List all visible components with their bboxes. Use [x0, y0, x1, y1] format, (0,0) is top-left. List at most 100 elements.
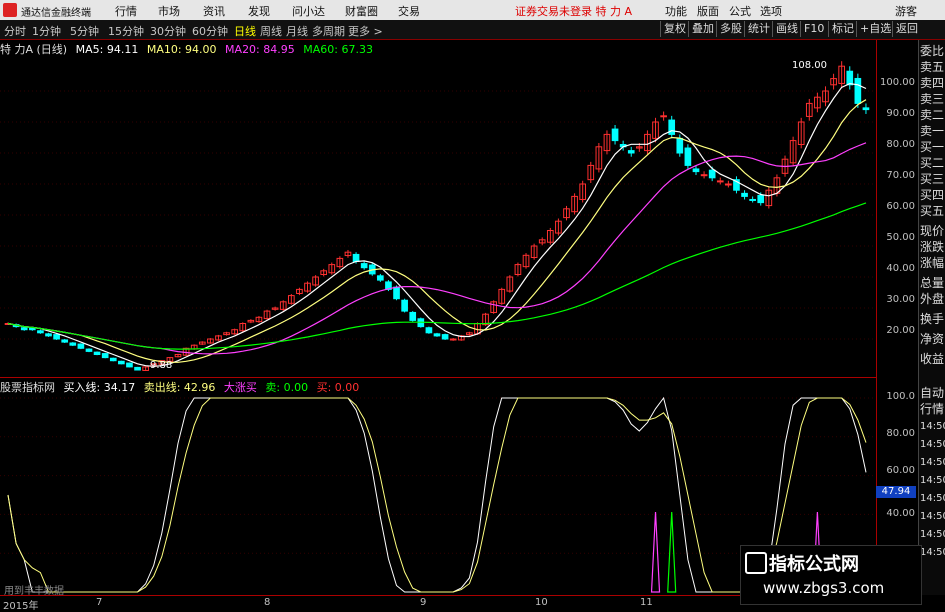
current-value-marker: 47.94: [876, 486, 916, 498]
overlay-button[interactable]: 叠加: [688, 21, 717, 37]
sidebar-item[interactable]: 行情: [920, 402, 944, 416]
period-daily[interactable]: 日线: [234, 23, 256, 39]
x-tick: 9: [420, 597, 427, 608]
stock-name: 特 力A (日线): [0, 43, 68, 56]
candle-down: [425, 327, 433, 334]
y-tick: 50.00: [886, 232, 915, 243]
period-more[interactable]: 更多 >: [348, 23, 383, 39]
sidebar-item[interactable]: 买五: [920, 204, 944, 218]
quote-sidebar: 委比 卖五 卖四 卖三 卖二 卖一 买一 买二 买三 买四 买五 现价 涨跌 涨…: [918, 40, 945, 595]
draw-line-button[interactable]: 画线: [772, 21, 801, 37]
kline-chart[interactable]: 108.00 9.88: [0, 40, 876, 595]
sidebar-item[interactable]: 委比: [920, 44, 944, 58]
sidebar-item[interactable]: 现价: [920, 224, 944, 238]
period-multi[interactable]: 多周期: [312, 23, 345, 39]
ma5-line: [7, 82, 867, 367]
y-tick: 60.00: [886, 201, 915, 212]
sidebar-item[interactable]: 卖二: [920, 108, 944, 122]
oscillator-signal-line: [7, 397, 867, 593]
period-weekly[interactable]: 周线: [260, 23, 282, 39]
y-tick: 70.00: [886, 170, 915, 181]
menu-ask[interactable]: 问小达: [292, 3, 325, 19]
watermark-title: 指标公式网: [769, 554, 859, 575]
y-tick: 80.00: [886, 139, 915, 150]
period-5min[interactable]: 5分钟: [70, 23, 99, 39]
sidebar-item[interactable]: 涨幅: [920, 256, 944, 270]
menu-discover[interactable]: 发现: [248, 3, 270, 19]
sidebar-item[interactable]: 买四: [920, 188, 944, 202]
candle-down: [627, 150, 635, 154]
menu-layout[interactable]: 版面: [697, 3, 719, 19]
menu-wealth[interactable]: 财富圈: [345, 3, 378, 19]
login-notice[interactable]: 证券交易未登录 特 力 A: [515, 3, 632, 19]
sidebar-item[interactable]: 卖一: [920, 124, 944, 138]
menu-trade[interactable]: 交易: [398, 3, 420, 19]
mark-button[interactable]: 标记: [828, 21, 857, 37]
x-tick: 8: [264, 597, 271, 608]
candle-down: [741, 192, 748, 197]
candle-down: [757, 194, 765, 204]
multi-stock-button[interactable]: 多股: [716, 21, 745, 37]
sidebar-time: 14:50: [920, 493, 945, 504]
restore-rights-button[interactable]: 复权: [660, 21, 689, 37]
period-30min[interactable]: 30分钟: [150, 23, 186, 39]
candle-down: [20, 327, 28, 331]
sub-y-tick: 40.00: [886, 508, 915, 519]
candle-up: [725, 183, 732, 186]
f10-button[interactable]: F10: [800, 21, 827, 37]
ma5-value: MA5: 94.11: [75, 43, 139, 56]
menu-function[interactable]: 功能: [665, 3, 687, 19]
candle-up: [700, 174, 708, 177]
period-intraday[interactable]: 分时: [4, 23, 26, 39]
sidebar-item[interactable]: 买一: [920, 140, 944, 154]
sidebar-item[interactable]: 卖五: [920, 60, 944, 74]
period-15min[interactable]: 15分钟: [108, 23, 144, 39]
menu-quotes[interactable]: 行情: [115, 3, 137, 19]
sidebar-time: 14:50: [920, 547, 945, 558]
back-button[interactable]: 返回: [892, 21, 921, 37]
sidebar-item[interactable]: 换手: [920, 312, 944, 326]
candle-up: [660, 115, 667, 118]
candle-up: [716, 180, 724, 183]
signal-spike: [667, 511, 677, 593]
period-60min[interactable]: 60分钟: [192, 23, 228, 39]
candle-down: [360, 263, 368, 269]
sidebar-item[interactable]: 收益: [920, 352, 944, 366]
sidebar-item[interactable]: 涨跌: [920, 240, 944, 254]
sidebar-item[interactable]: 自动: [920, 386, 944, 400]
sidebar-time: 14:50: [920, 511, 945, 522]
candle-down: [118, 360, 125, 365]
menu-guest[interactable]: 游客: [895, 3, 917, 19]
menu-market[interactable]: 市场: [158, 3, 180, 19]
add-favorite-button[interactable]: +自选: [856, 21, 894, 37]
sidebar-item[interactable]: 卖四: [920, 76, 944, 90]
sidebar-item[interactable]: 买二: [920, 156, 944, 170]
sell-signal-value: 卖: 0.00: [265, 381, 309, 394]
sidebar-time: 14:50: [920, 421, 945, 432]
sidebar-item[interactable]: 外盘: [920, 292, 944, 306]
statistics-button[interactable]: 统计: [744, 21, 773, 37]
sidebar-item[interactable]: 卖三: [920, 92, 944, 106]
sub-y-tick: 80.00: [886, 428, 915, 439]
candle-down: [611, 128, 619, 142]
menu-formula[interactable]: 公式: [729, 3, 751, 19]
sidebar-time: 14:50: [920, 475, 945, 486]
sub-y-tick: 60.00: [886, 465, 915, 476]
menu-news[interactable]: 资讯: [203, 3, 225, 19]
sidebar-item[interactable]: 买三: [920, 172, 944, 186]
sidebar-item[interactable]: 总量: [920, 276, 944, 290]
y-tick: 90.00: [886, 108, 915, 119]
menu-options[interactable]: 选项: [760, 3, 782, 19]
candle-down: [409, 311, 417, 321]
candle-down: [749, 198, 756, 201]
candle-down: [61, 339, 69, 343]
candle-down: [401, 299, 408, 312]
oscillator-line: [7, 396, 867, 593]
candle-down: [101, 353, 109, 359]
y-tick: 40.00: [886, 263, 915, 274]
candle-down: [862, 107, 870, 111]
period-monthly[interactable]: 月线: [286, 23, 308, 39]
period-1min[interactable]: 1分钟: [32, 23, 61, 39]
sidebar-item[interactable]: 净资: [920, 332, 944, 346]
indicator-name: 股票指标网: [0, 381, 55, 394]
